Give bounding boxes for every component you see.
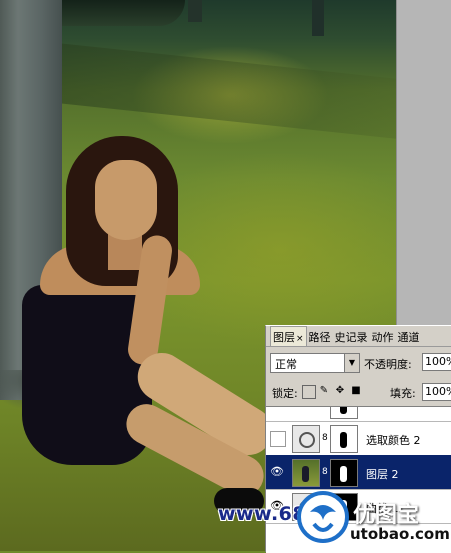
lock-brush-icon[interactable]: ✎ — [318, 385, 330, 397]
tab-actions[interactable]: 动作 — [370, 327, 396, 346]
blend-mode-select[interactable]: 正常 ▼ — [270, 353, 360, 373]
adjustment-layer-icon[interactable] — [292, 425, 320, 453]
lock-move-icon[interactable]: ✥ — [334, 385, 346, 397]
lock-all-icon[interactable]: ■ — [350, 385, 362, 397]
layer-mask-thumbnail[interactable] — [330, 425, 358, 453]
background-tree-trunk — [188, 0, 202, 22]
layer-mask-thumbnail[interactable] — [330, 459, 358, 487]
layer-name[interactable]: 图层 2 — [366, 466, 399, 482]
background-bushes — [55, 0, 185, 26]
tab-channels[interactable]: 通道 — [396, 327, 422, 346]
link-icon: 8 — [322, 467, 328, 477]
lock-label: 锁定: — [272, 387, 298, 400]
visibility-toggle[interactable] — [270, 431, 286, 447]
layer-name[interactable]: 选取颜色 2 — [366, 432, 421, 448]
tree-shadow — [40, 41, 396, 139]
blend-row: 正常 ▼ 不透明度: 100% — [270, 353, 451, 373]
layer-row-partial[interactable] — [266, 407, 451, 422]
layer-mask-thumbnail[interactable] — [330, 407, 358, 419]
lock-transparency-icon[interactable] — [302, 385, 316, 399]
eye-icon[interactable]: 👁 — [270, 465, 284, 479]
layer-row[interactable]: 👁 8 图层 2 — [266, 455, 451, 490]
tab-history[interactable]: 史记录 — [333, 327, 370, 346]
background-tree-trunk — [312, 0, 324, 36]
watermark-url: www.68 — [218, 503, 307, 525]
tab-layers-label: 图层 — [273, 331, 295, 344]
blend-mode-value: 正常 — [275, 358, 297, 371]
watermark-logo-icon — [297, 491, 349, 543]
subject-face — [95, 160, 157, 240]
workspace-background — [396, 0, 451, 325]
tab-layers[interactable]: 图层× — [270, 326, 307, 346]
watermark-domain: utobao.com — [350, 525, 450, 543]
lock-row: 锁定: ✎ ✥ ■ 填充: 100% — [270, 383, 451, 403]
tab-close-icon[interactable]: × — [296, 334, 304, 344]
chevron-down-icon[interactable]: ▼ — [344, 354, 359, 372]
layer-thumbnail[interactable] — [292, 459, 320, 487]
link-icon: 8 — [322, 433, 328, 443]
opacity-input[interactable]: 100% — [422, 353, 451, 371]
tab-paths[interactable]: 路径 — [307, 327, 333, 346]
panel-tabbar: 图层× 路径 史记录 动作 通道 — [266, 326, 451, 347]
opacity-label: 不透明度: — [364, 358, 412, 371]
fill-input[interactable]: 100% — [422, 383, 451, 401]
fill-label: 填充: — [390, 387, 416, 400]
layer-row[interactable]: 8 选取颜色 2 — [266, 421, 451, 456]
